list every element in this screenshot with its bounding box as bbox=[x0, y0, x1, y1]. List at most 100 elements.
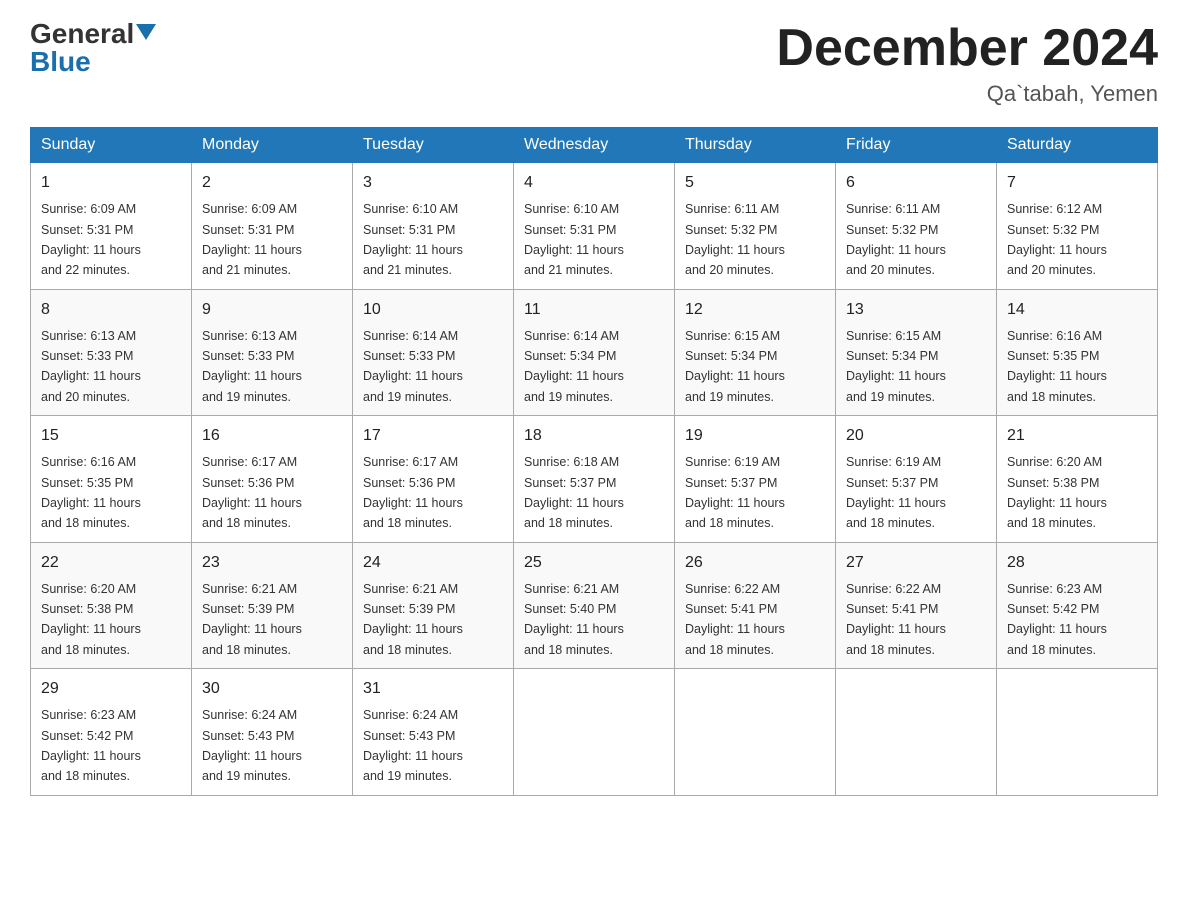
day-info: Sunrise: 6:24 AMSunset: 5:43 PMDaylight:… bbox=[363, 708, 463, 783]
day-info: Sunrise: 6:13 AMSunset: 5:33 PMDaylight:… bbox=[202, 329, 302, 404]
day-cell: 4 Sunrise: 6:10 AMSunset: 5:31 PMDayligh… bbox=[514, 163, 675, 290]
day-number: 20 bbox=[846, 424, 986, 448]
day-cell: 20 Sunrise: 6:19 AMSunset: 5:37 PMDaylig… bbox=[836, 416, 997, 543]
page-header: General Blue December 2024 Qa`tabah, Yem… bbox=[30, 20, 1158, 107]
day-cell: 15 Sunrise: 6:16 AMSunset: 5:35 PMDaylig… bbox=[31, 416, 192, 543]
title-area: December 2024 Qa`tabah, Yemen bbox=[776, 20, 1158, 107]
day-number: 12 bbox=[685, 298, 825, 322]
day-info: Sunrise: 6:11 AMSunset: 5:32 PMDaylight:… bbox=[685, 202, 785, 277]
day-info: Sunrise: 6:22 AMSunset: 5:41 PMDaylight:… bbox=[685, 582, 785, 657]
day-cell bbox=[836, 669, 997, 796]
day-cell: 18 Sunrise: 6:18 AMSunset: 5:37 PMDaylig… bbox=[514, 416, 675, 543]
calendar-header: SundayMondayTuesdayWednesdayThursdayFrid… bbox=[31, 128, 1158, 163]
location-title: Qa`tabah, Yemen bbox=[776, 81, 1158, 107]
day-cell: 12 Sunrise: 6:15 AMSunset: 5:34 PMDaylig… bbox=[675, 289, 836, 416]
header-cell-thursday: Thursday bbox=[675, 128, 836, 163]
day-info: Sunrise: 6:09 AMSunset: 5:31 PMDaylight:… bbox=[202, 202, 302, 277]
day-info: Sunrise: 6:17 AMSunset: 5:36 PMDaylight:… bbox=[202, 455, 302, 530]
day-cell bbox=[514, 669, 675, 796]
day-info: Sunrise: 6:11 AMSunset: 5:32 PMDaylight:… bbox=[846, 202, 946, 277]
day-info: Sunrise: 6:10 AMSunset: 5:31 PMDaylight:… bbox=[363, 202, 463, 277]
day-cell: 23 Sunrise: 6:21 AMSunset: 5:39 PMDaylig… bbox=[192, 542, 353, 669]
day-number: 26 bbox=[685, 551, 825, 575]
day-info: Sunrise: 6:18 AMSunset: 5:37 PMDaylight:… bbox=[524, 455, 624, 530]
header-cell-saturday: Saturday bbox=[997, 128, 1158, 163]
day-number: 17 bbox=[363, 424, 503, 448]
day-info: Sunrise: 6:20 AMSunset: 5:38 PMDaylight:… bbox=[41, 582, 141, 657]
day-number: 19 bbox=[685, 424, 825, 448]
day-info: Sunrise: 6:09 AMSunset: 5:31 PMDaylight:… bbox=[41, 202, 141, 277]
day-cell: 17 Sunrise: 6:17 AMSunset: 5:36 PMDaylig… bbox=[353, 416, 514, 543]
day-info: Sunrise: 6:14 AMSunset: 5:34 PMDaylight:… bbox=[524, 329, 624, 404]
day-cell: 14 Sunrise: 6:16 AMSunset: 5:35 PMDaylig… bbox=[997, 289, 1158, 416]
day-info: Sunrise: 6:15 AMSunset: 5:34 PMDaylight:… bbox=[685, 329, 785, 404]
day-info: Sunrise: 6:21 AMSunset: 5:39 PMDaylight:… bbox=[202, 582, 302, 657]
logo: General Blue bbox=[30, 20, 156, 76]
logo-general-text: General bbox=[30, 20, 134, 48]
day-cell: 3 Sunrise: 6:10 AMSunset: 5:31 PMDayligh… bbox=[353, 163, 514, 290]
day-number: 1 bbox=[41, 171, 181, 195]
day-cell: 9 Sunrise: 6:13 AMSunset: 5:33 PMDayligh… bbox=[192, 289, 353, 416]
day-info: Sunrise: 6:20 AMSunset: 5:38 PMDaylight:… bbox=[1007, 455, 1107, 530]
day-number: 13 bbox=[846, 298, 986, 322]
day-cell: 27 Sunrise: 6:22 AMSunset: 5:41 PMDaylig… bbox=[836, 542, 997, 669]
day-number: 2 bbox=[202, 171, 342, 195]
day-cell: 5 Sunrise: 6:11 AMSunset: 5:32 PMDayligh… bbox=[675, 163, 836, 290]
day-cell: 31 Sunrise: 6:24 AMSunset: 5:43 PMDaylig… bbox=[353, 669, 514, 796]
day-info: Sunrise: 6:23 AMSunset: 5:42 PMDaylight:… bbox=[1007, 582, 1107, 657]
day-number: 22 bbox=[41, 551, 181, 575]
day-cell: 16 Sunrise: 6:17 AMSunset: 5:36 PMDaylig… bbox=[192, 416, 353, 543]
day-number: 8 bbox=[41, 298, 181, 322]
day-number: 21 bbox=[1007, 424, 1147, 448]
day-cell: 28 Sunrise: 6:23 AMSunset: 5:42 PMDaylig… bbox=[997, 542, 1158, 669]
header-cell-monday: Monday bbox=[192, 128, 353, 163]
day-cell: 24 Sunrise: 6:21 AMSunset: 5:39 PMDaylig… bbox=[353, 542, 514, 669]
day-number: 9 bbox=[202, 298, 342, 322]
day-info: Sunrise: 6:21 AMSunset: 5:40 PMDaylight:… bbox=[524, 582, 624, 657]
day-info: Sunrise: 6:13 AMSunset: 5:33 PMDaylight:… bbox=[41, 329, 141, 404]
week-row-3: 15 Sunrise: 6:16 AMSunset: 5:35 PMDaylig… bbox=[31, 416, 1158, 543]
week-row-2: 8 Sunrise: 6:13 AMSunset: 5:33 PMDayligh… bbox=[31, 289, 1158, 416]
day-number: 30 bbox=[202, 677, 342, 701]
day-number: 25 bbox=[524, 551, 664, 575]
day-info: Sunrise: 6:10 AMSunset: 5:31 PMDaylight:… bbox=[524, 202, 624, 277]
day-info: Sunrise: 6:15 AMSunset: 5:34 PMDaylight:… bbox=[846, 329, 946, 404]
header-row: SundayMondayTuesdayWednesdayThursdayFrid… bbox=[31, 128, 1158, 163]
day-number: 3 bbox=[363, 171, 503, 195]
day-cell: 19 Sunrise: 6:19 AMSunset: 5:37 PMDaylig… bbox=[675, 416, 836, 543]
day-number: 18 bbox=[524, 424, 664, 448]
day-info: Sunrise: 6:12 AMSunset: 5:32 PMDaylight:… bbox=[1007, 202, 1107, 277]
day-cell: 29 Sunrise: 6:23 AMSunset: 5:42 PMDaylig… bbox=[31, 669, 192, 796]
header-cell-wednesday: Wednesday bbox=[514, 128, 675, 163]
logo-blue-text: Blue bbox=[30, 48, 91, 76]
day-cell: 2 Sunrise: 6:09 AMSunset: 5:31 PMDayligh… bbox=[192, 163, 353, 290]
day-cell: 11 Sunrise: 6:14 AMSunset: 5:34 PMDaylig… bbox=[514, 289, 675, 416]
day-cell: 21 Sunrise: 6:20 AMSunset: 5:38 PMDaylig… bbox=[997, 416, 1158, 543]
day-number: 31 bbox=[363, 677, 503, 701]
day-cell: 26 Sunrise: 6:22 AMSunset: 5:41 PMDaylig… bbox=[675, 542, 836, 669]
day-cell bbox=[997, 669, 1158, 796]
day-info: Sunrise: 6:17 AMSunset: 5:36 PMDaylight:… bbox=[363, 455, 463, 530]
day-number: 4 bbox=[524, 171, 664, 195]
day-cell: 30 Sunrise: 6:24 AMSunset: 5:43 PMDaylig… bbox=[192, 669, 353, 796]
calendar-body: 1 Sunrise: 6:09 AMSunset: 5:31 PMDayligh… bbox=[31, 163, 1158, 796]
logo-triangle-icon bbox=[136, 24, 156, 40]
day-info: Sunrise: 6:19 AMSunset: 5:37 PMDaylight:… bbox=[685, 455, 785, 530]
day-number: 7 bbox=[1007, 171, 1147, 195]
header-cell-tuesday: Tuesday bbox=[353, 128, 514, 163]
day-number: 27 bbox=[846, 551, 986, 575]
week-row-5: 29 Sunrise: 6:23 AMSunset: 5:42 PMDaylig… bbox=[31, 669, 1158, 796]
day-info: Sunrise: 6:19 AMSunset: 5:37 PMDaylight:… bbox=[846, 455, 946, 530]
day-info: Sunrise: 6:14 AMSunset: 5:33 PMDaylight:… bbox=[363, 329, 463, 404]
day-cell: 25 Sunrise: 6:21 AMSunset: 5:40 PMDaylig… bbox=[514, 542, 675, 669]
day-info: Sunrise: 6:24 AMSunset: 5:43 PMDaylight:… bbox=[202, 708, 302, 783]
day-info: Sunrise: 6:23 AMSunset: 5:42 PMDaylight:… bbox=[41, 708, 141, 783]
day-number: 5 bbox=[685, 171, 825, 195]
day-cell: 7 Sunrise: 6:12 AMSunset: 5:32 PMDayligh… bbox=[997, 163, 1158, 290]
header-cell-sunday: Sunday bbox=[31, 128, 192, 163]
calendar-table: SundayMondayTuesdayWednesdayThursdayFrid… bbox=[30, 127, 1158, 796]
day-cell: 22 Sunrise: 6:20 AMSunset: 5:38 PMDaylig… bbox=[31, 542, 192, 669]
day-number: 6 bbox=[846, 171, 986, 195]
week-row-1: 1 Sunrise: 6:09 AMSunset: 5:31 PMDayligh… bbox=[31, 163, 1158, 290]
day-number: 16 bbox=[202, 424, 342, 448]
